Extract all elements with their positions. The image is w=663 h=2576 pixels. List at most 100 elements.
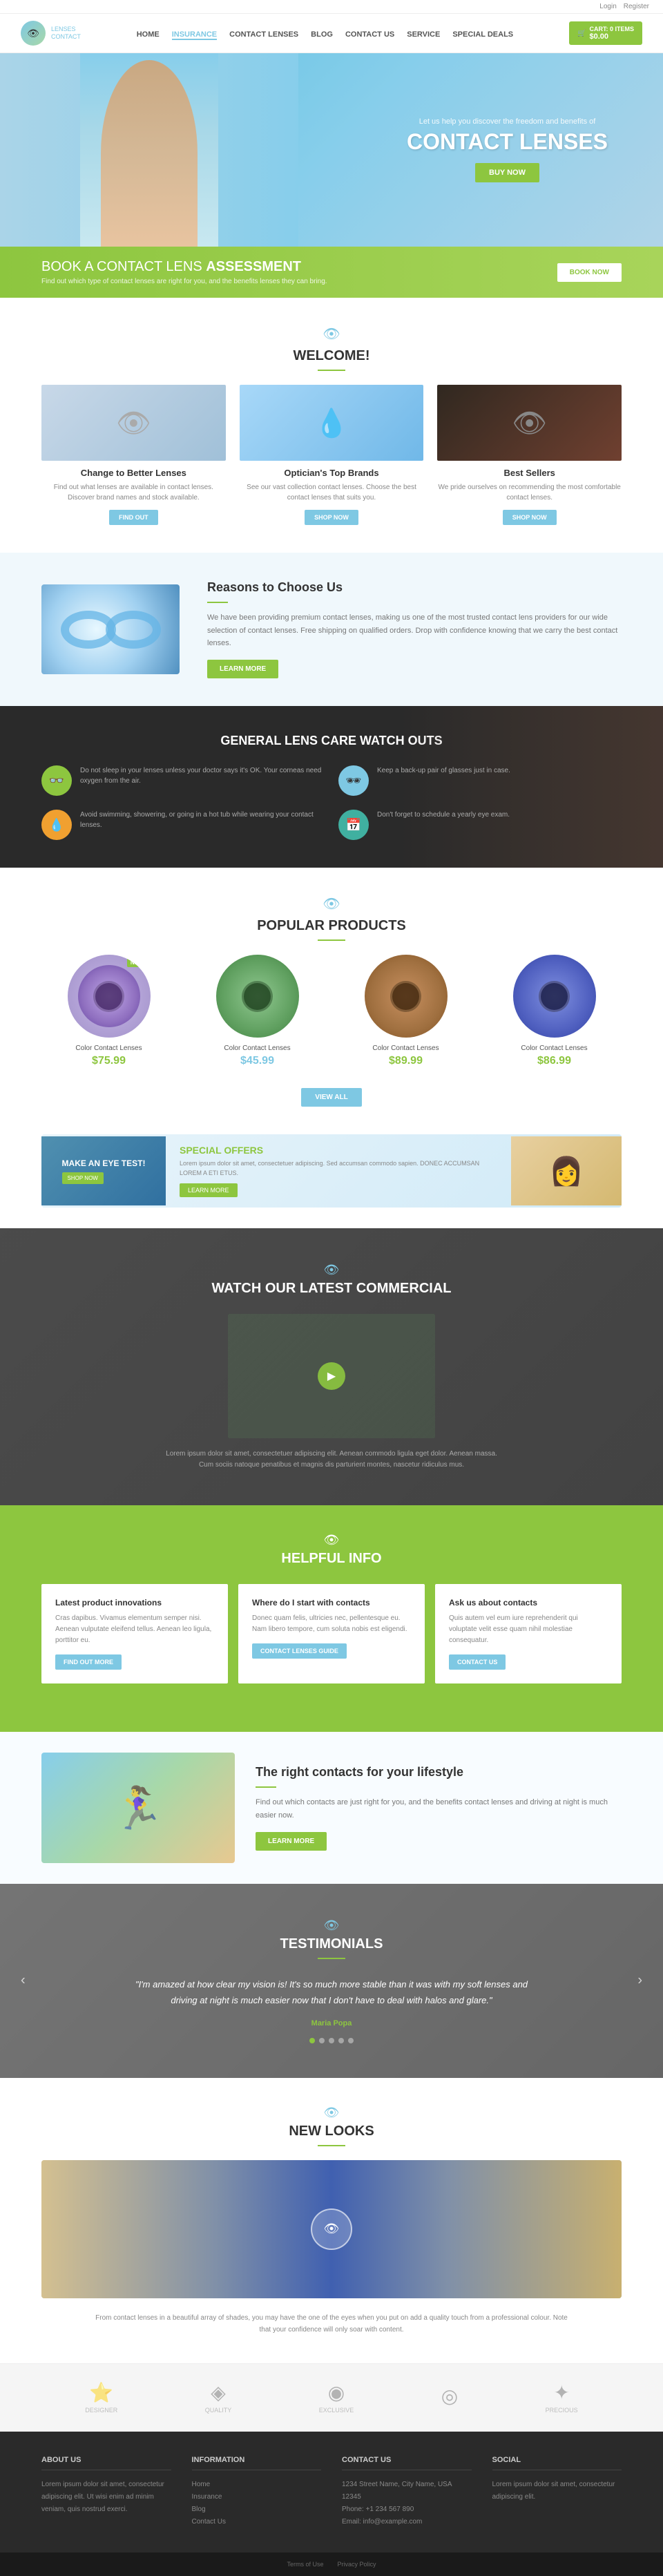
helpful-card-text-2: Donec quam felis, ultricies nec, pellent…: [252, 1613, 411, 1635]
special-middle: SPECIAL OFFERS Lorem ipsum dolor sit ame…: [166, 1134, 511, 1208]
watchout-text-3: Avoid swimming, showering, or going in a…: [80, 810, 325, 830]
hero-woman-image: [80, 53, 218, 247]
footer-link-home[interactable]: Home: [192, 2479, 322, 2491]
welcome-card-2: 💧 Optician's Top Brands See our vast col…: [240, 385, 424, 525]
dot-2[interactable]: [319, 2038, 325, 2043]
special-eye-btn[interactable]: SHOP NOW: [62, 1172, 104, 1184]
badge-label-1: DESIGNER: [85, 2407, 117, 2414]
nav-blog[interactable]: BLOG: [311, 30, 333, 39]
watchout-icon-2: 🕶: [338, 765, 369, 796]
nav-service[interactable]: SERVICE: [407, 30, 440, 39]
view-all-button[interactable]: VIEW ALL: [301, 1088, 361, 1107]
assessment-book-button[interactable]: BOOK NOW: [557, 263, 622, 282]
product-price-1: $75.99: [41, 1055, 176, 1067]
footer-about-text: Lorem ipsum dolor sit amet, consectetur …: [41, 2479, 171, 2516]
helpful-card-3: Ask us about contacts Quis autem vel eum…: [435, 1584, 622, 1683]
hero-buy-button[interactable]: BUY NOW: [475, 163, 539, 182]
video-icon: 👁: [324, 1263, 340, 1277]
product-img-3: [365, 955, 448, 1038]
terms-link[interactable]: Terms of Use: [287, 2561, 323, 2568]
footer-columns: ABOUT US Lorem ipsum dolor sit amet, con…: [41, 2456, 622, 2528]
reasons-image: [41, 584, 180, 674]
dot-5[interactable]: [348, 2038, 354, 2043]
nav-insurance[interactable]: INSURANCE: [172, 30, 217, 40]
special-offer-title: SPECIAL OFFERS: [180, 1145, 497, 1156]
special-eye-title: MAKE AN EYE TEST!: [62, 1158, 146, 1168]
lifestyle-btn[interactable]: LEARN MORE: [256, 1832, 327, 1851]
watchout-4: 📅 Don't forget to schedule a yearly eye …: [338, 810, 622, 840]
welcome-divider: [318, 370, 345, 371]
nav-contact-us[interactable]: CONTACT US: [345, 30, 394, 39]
watchouts-section: GENERAL LENS CARE WATCH OUTS 👓 Do not sl…: [0, 706, 663, 868]
helpful-card-title-1: Latest product innovations: [55, 1598, 214, 1607]
assessment-description: Find out which type of contact lenses ar…: [41, 278, 327, 285]
product-img-2: [216, 955, 299, 1038]
dot-4[interactable]: [338, 2038, 344, 2043]
products-icon: 👁: [41, 895, 622, 913]
helpful-cards: Latest product innovations Cras dapibus.…: [41, 1584, 622, 1683]
badge-3: ◉ EXCLUSIVE: [319, 2381, 354, 2414]
play-button[interactable]: ▶: [318, 1362, 345, 1390]
helpful-icon: 👁: [324, 1533, 340, 1547]
nav-contact-lenses[interactable]: CONTACT LENSES: [229, 30, 298, 39]
testimonials-dots: [69, 2038, 594, 2043]
logo[interactable]: 👁 LENSES CONTACT: [21, 21, 81, 46]
product-3: Color Contact Lenses $89.99: [338, 955, 473, 1067]
privacy-link[interactable]: Privacy Policy: [338, 2561, 376, 2568]
card-text-1: Find out what lenses are available in co…: [41, 482, 226, 503]
card-image-2: 💧: [240, 385, 424, 461]
testimonials-section: 👁 TESTIMONIALS "I'm amazed at how clear …: [0, 1884, 663, 2078]
helpful-card-title-2: Where do I start with contacts: [252, 1598, 411, 1607]
card-btn-3[interactable]: SHOP NOW: [503, 510, 557, 525]
helpful-card-title-3: Ask us about contacts: [449, 1598, 608, 1607]
card-title-3: Best Sellers: [437, 468, 622, 478]
products-section: 👁 POPULAR PRODUCTS NEW Color Contact Len…: [0, 868, 663, 1134]
new-looks-play-btn[interactable]: 👁: [311, 2208, 352, 2250]
nav-home[interactable]: HOME: [137, 30, 160, 39]
new-looks-icon: 👁: [324, 2106, 340, 2119]
special-offer-btn[interactable]: LEARN MORE: [180, 1183, 238, 1197]
welcome-card-3: 👁 Best Sellers We pride ourselves on rec…: [437, 385, 622, 525]
next-testimonial-button[interactable]: ›: [637, 1973, 642, 1988]
cart-button[interactable]: 🛒 CART: 0 ITEMS $0.00: [569, 21, 642, 45]
card-btn-2[interactable]: SHOP NOW: [305, 510, 358, 525]
helpful-btn-1[interactable]: FIND OUT MORE: [55, 1654, 122, 1670]
product-img-1: NEW: [68, 955, 151, 1038]
watchout-text-1: Do not sleep in your lenses unless your …: [80, 765, 325, 786]
card-image-3: 👁: [437, 385, 622, 461]
product-img-4: [513, 955, 596, 1038]
precious-icon: ✦: [546, 2381, 578, 2404]
footer-col-contact: CONTACT US 1234 Street Name, City Name, …: [342, 2456, 472, 2528]
card-btn-1[interactable]: FIND OUT: [109, 510, 158, 525]
footer-about-title: ABOUT US: [41, 2456, 171, 2470]
watchouts-grid: 👓 Do not sleep in your lenses unless you…: [41, 765, 622, 840]
navbar: 👁 LENSES CONTACT HOME INSURANCE CONTACT …: [0, 14, 663, 53]
footer-social-text: Lorem ipsum dolor sit amet, consectetur …: [492, 2479, 622, 2503]
prev-testimonial-button[interactable]: ‹: [21, 1973, 26, 1988]
badge-label-3: EXCLUSIVE: [319, 2407, 354, 2414]
helpful-btn-2[interactable]: CONTACT LENSES GUIDE: [252, 1643, 347, 1659]
footer-link-insurance[interactable]: Insurance: [192, 2491, 322, 2503]
reasons-learn-button[interactable]: LEARN MORE: [207, 660, 278, 678]
footer-link-blog[interactable]: Blog: [192, 2503, 322, 2516]
special-offer-text: Lorem ipsum dolor sit amet, consectetuer…: [180, 1159, 497, 1178]
top-bar: Login Register: [0, 0, 663, 14]
footer-link-contact[interactable]: Contact Us: [192, 2516, 322, 2528]
special-left: MAKE AN EYE TEST! SHOP NOW: [41, 1136, 166, 1205]
nav-special-deals[interactable]: SPECIAL DEALS: [452, 30, 513, 39]
testimonials-title: TESTIMONIALS: [69, 1936, 594, 1952]
product-price-3: $89.99: [338, 1055, 473, 1067]
testimonials-quote: "I'm amazed at how clear my vision is! I…: [124, 1976, 539, 2009]
welcome-title: WELCOME!: [41, 348, 622, 364]
dot-1[interactable]: [309, 2038, 315, 2043]
assessment-title: BOOK A CONTACT LENS ASSESSMENT: [41, 259, 327, 275]
helpful-btn-3[interactable]: CONTACT US: [449, 1654, 506, 1670]
lifestyle-image: 🏃‍♀️: [41, 1753, 235, 1863]
dot-3[interactable]: [329, 2038, 334, 2043]
login-link[interactable]: Login: [599, 3, 616, 10]
products-title: POPULAR PRODUCTS: [41, 918, 622, 934]
badge-label-5: PRECIOUS: [546, 2407, 578, 2414]
helpful-section: 👁 HELPFUL INFO Latest product innovation…: [0, 1505, 663, 1732]
watchout-icon-4: 📅: [338, 810, 369, 840]
register-link[interactable]: Register: [624, 3, 649, 10]
